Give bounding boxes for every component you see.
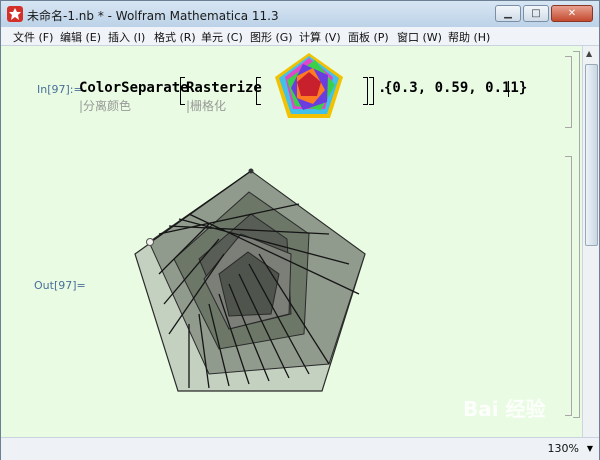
- mathematica-window: 未命名-1.nb * - Wolfram Mathematica 11.3 ▁ …: [0, 0, 600, 460]
- notebook-area[interactable]: In[97]:= ColorSeparate |分离颜色 Rasterize |…: [1, 46, 599, 437]
- weight-vector[interactable]: {0.3, 0.59, 0.11}: [384, 80, 527, 96]
- menu-window[interactable]: 窗口 (W): [397, 29, 442, 45]
- group-cell-bracket[interactable]: [573, 51, 580, 418]
- title-bar: 未命名-1.nb * - Wolfram Mathematica 11.3 ▁ …: [1, 1, 599, 28]
- close-icon: ✕: [567, 8, 577, 19]
- scroll-up-icon[interactable]: ▲: [586, 49, 592, 58]
- grayscale-pentagon-output[interactable]: [129, 164, 373, 396]
- colorful-pentagon-thumbnail[interactable]: [273, 50, 345, 122]
- menu-palettes[interactable]: 面板 (P): [348, 29, 389, 45]
- menu-insert[interactable]: 插入 (I): [108, 29, 145, 45]
- input-cell-bracket[interactable]: [565, 56, 572, 128]
- input-label: In[97]:=: [37, 83, 83, 96]
- vertical-scrollbar[interactable]: ▲: [582, 46, 599, 437]
- status-bar: 130% ▼: [1, 437, 599, 460]
- open-bracket-inner: [256, 77, 261, 105]
- rasterize-function[interactable]: Rasterize: [186, 80, 262, 96]
- window-title: 未命名-1.nb * - Wolfram Mathematica 11.3: [27, 9, 279, 23]
- text-cursor: [508, 81, 509, 97]
- window-controls: ▁ □ ✕: [495, 5, 593, 22]
- open-bracket: [180, 77, 185, 105]
- colorseparate-hint: |分离颜色: [79, 99, 132, 113]
- colorseparate-function[interactable]: ColorSeparate: [79, 80, 189, 96]
- maximize-icon: □: [531, 8, 541, 19]
- rasterize-hint: |栅格化: [186, 99, 227, 113]
- mathematica-app-icon: [7, 6, 23, 22]
- menu-file[interactable]: 文件 (F): [13, 29, 53, 45]
- minimize-icon: ▁: [504, 8, 512, 19]
- menu-help[interactable]: 帮助 (H): [448, 29, 490, 45]
- minimize-button[interactable]: ▁: [495, 5, 521, 22]
- zoom-level[interactable]: 130%: [548, 442, 579, 455]
- output-label: Out[97]=: [34, 279, 86, 292]
- close-button[interactable]: ✕: [551, 5, 593, 22]
- watermark: Bai 经验: [463, 397, 546, 421]
- zoom-dropdown-icon[interactable]: ▼: [587, 444, 593, 453]
- maximize-button[interactable]: □: [523, 5, 549, 22]
- close-bracket: [369, 77, 374, 105]
- close-bracket-inner: [363, 77, 368, 105]
- menu-edit[interactable]: 编辑 (E): [60, 29, 101, 45]
- menu-graphics[interactable]: 图形 (G): [250, 29, 293, 45]
- menu-evaluation[interactable]: 计算 (V): [299, 29, 341, 45]
- menu-format[interactable]: 格式 (R): [154, 29, 196, 45]
- menu-bar: 文件 (F) 编辑 (E) 插入 (I) 格式 (R) 单元 (C) 图形 (G…: [1, 27, 599, 46]
- menu-cell[interactable]: 单元 (C): [201, 29, 243, 45]
- output-cell-bracket[interactable]: [565, 156, 572, 416]
- scroll-thumb[interactable]: [585, 64, 598, 246]
